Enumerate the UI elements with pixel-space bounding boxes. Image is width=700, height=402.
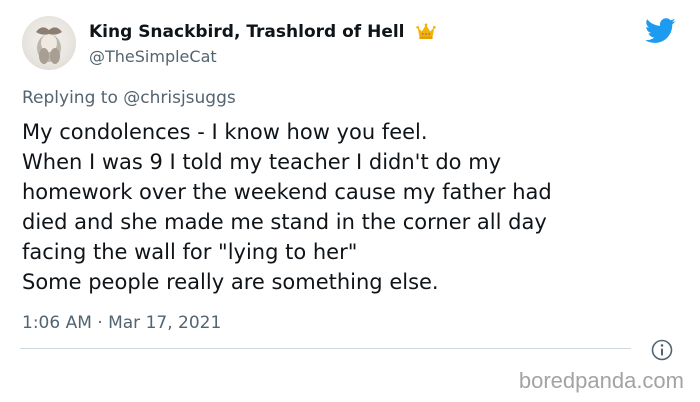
twitter-bird-icon[interactable] (645, 18, 676, 44)
tweet-text-line: facing the wall for "lying to her" (22, 240, 358, 264)
replying-to-label: Replying to (22, 88, 118, 108)
tweet-text-line: homework over the weekend cause my fathe… (22, 180, 552, 204)
display-name[interactable]: King Snackbird, Trashlord of Hell (89, 22, 405, 42)
replying-to-handle[interactable]: @chrisjsuggs (123, 88, 235, 108)
tweet-text-line: When I was 9 I told my teacher I didn't … (22, 150, 502, 174)
replying-to: Replying to @chrisjsuggs (22, 88, 236, 108)
divider (20, 348, 631, 349)
tweet-text-line: My condolences - I know how you feel. (22, 120, 428, 144)
info-icon[interactable] (651, 339, 673, 361)
crown-icon (416, 23, 437, 39)
avatar[interactable] (22, 16, 76, 70)
tweet-text-line: Some people really are something else. (22, 270, 439, 294)
display-name-row[interactable]: King Snackbird, Trashlord of Hell (89, 22, 437, 42)
tweet-text: My condolences - I know how you feel. Wh… (22, 117, 682, 297)
avatar-image (36, 27, 62, 64)
tweet-timestamp[interactable]: 1:06 AM · Mar 17, 2021 (22, 313, 221, 333)
watermark: boredpanda.com (518, 368, 684, 393)
user-handle[interactable]: @TheSimpleCat (89, 47, 217, 66)
tweet-text-line: died and she made me stand in the corner… (22, 210, 547, 234)
